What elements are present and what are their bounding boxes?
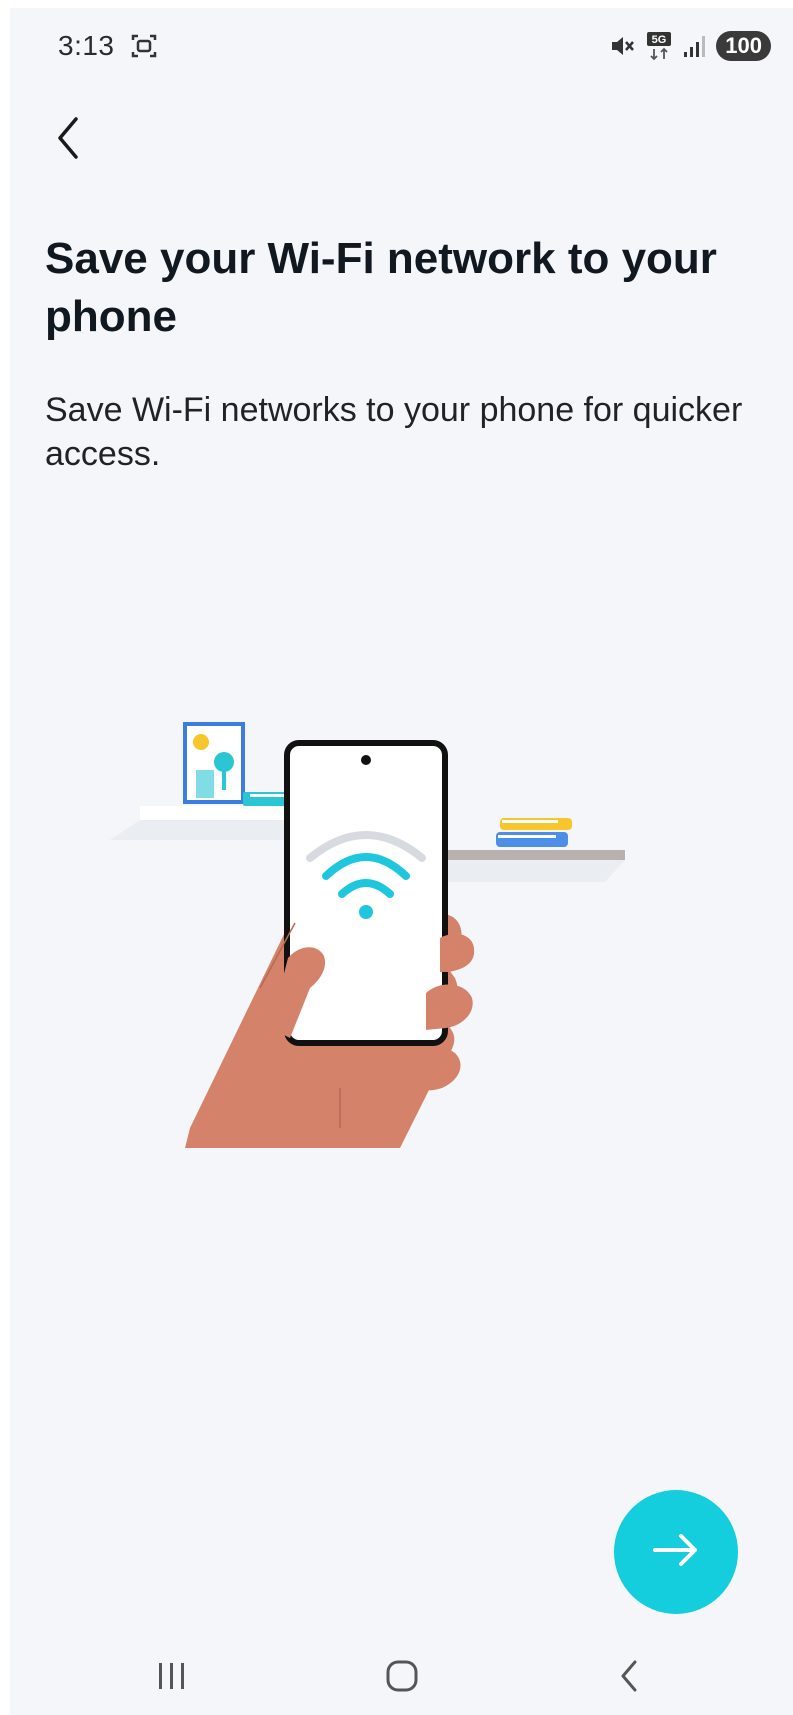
arrow-right-icon [651,1530,701,1575]
back-button[interactable] [36,108,100,172]
next-button[interactable] [614,1490,738,1614]
5g-icon: 5G [646,31,672,61]
status-time: 3:13 [58,30,115,61]
home-icon [384,1658,420,1699]
nav-back-button[interactable] [590,1648,670,1708]
battery-icon: 100 [716,31,771,61]
svg-text:5G: 5G [652,34,667,46]
app-screen: 3:13 5G 100 Save your Wi-Fi network to y… [10,8,793,1715]
status-bar: 3:13 5G 100 [10,8,793,86]
picture-frame-icon [183,722,245,804]
chevron-left-icon [48,113,88,168]
recent-apps-button[interactable] [132,1648,212,1708]
mute-icon [608,32,636,60]
right-books-icon [496,818,572,847]
hand-holding-phone-wifi-illustration [110,708,690,1158]
left-shelf [110,806,310,840]
system-nav-bar [10,1648,793,1715]
page-description: Save Wi-Fi networks to your phone for qu… [45,391,743,473]
home-button[interactable] [362,1648,442,1708]
screenshot-icon [130,32,158,60]
recent-apps-icon [154,1660,190,1697]
back-icon [615,1658,645,1699]
page-title: Save your Wi-Fi network to your phone [45,234,717,341]
right-shelf [435,850,625,882]
phone-icon [284,740,448,1046]
status-icons: 5G 100 [608,30,771,62]
signal-icon [682,33,706,59]
